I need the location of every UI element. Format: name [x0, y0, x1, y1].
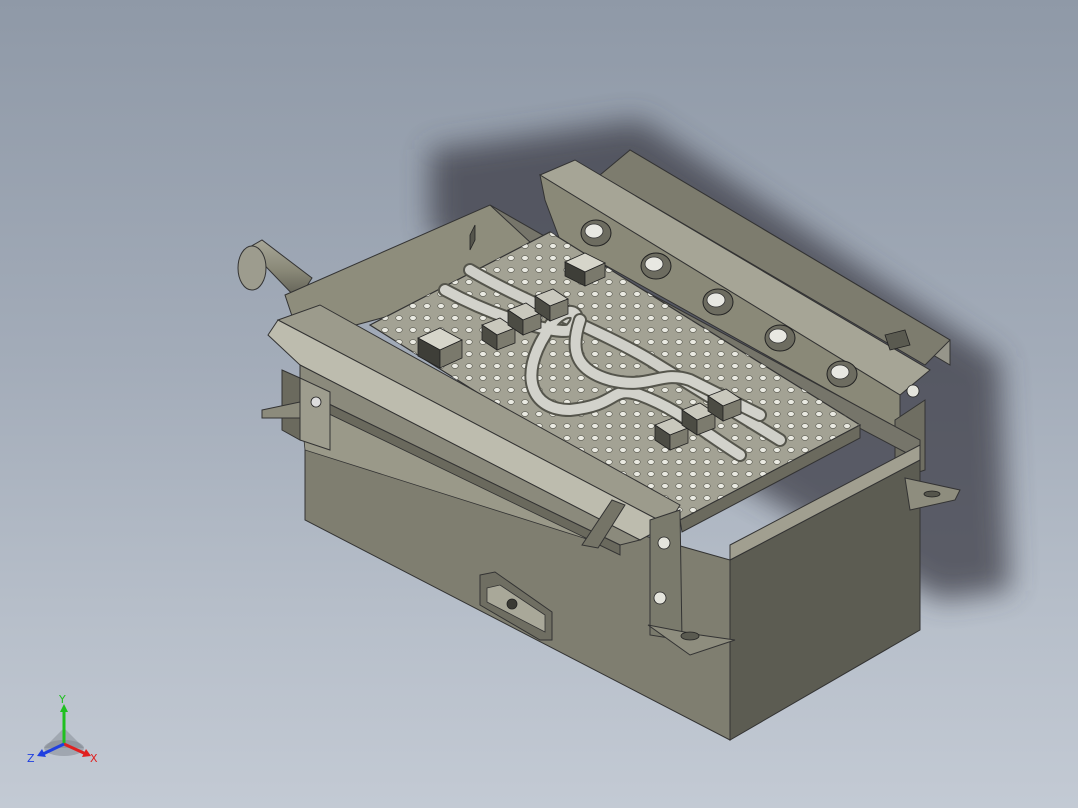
- coordinate-triad: Y X Z: [27, 694, 98, 765]
- knob-2: [640, 252, 672, 280]
- cad-model[interactable]: [0, 0, 1078, 808]
- knob-3: [702, 288, 734, 316]
- graphics-viewport[interactable]: Y X Z: [0, 0, 1078, 808]
- knob-4: [764, 324, 796, 352]
- y-axis-label: Y: [58, 694, 66, 706]
- knob-1: [580, 219, 612, 247]
- x-axis-label: X: [90, 752, 98, 765]
- z-axis-label: Z: [27, 752, 35, 765]
- knob-5: [826, 360, 858, 388]
